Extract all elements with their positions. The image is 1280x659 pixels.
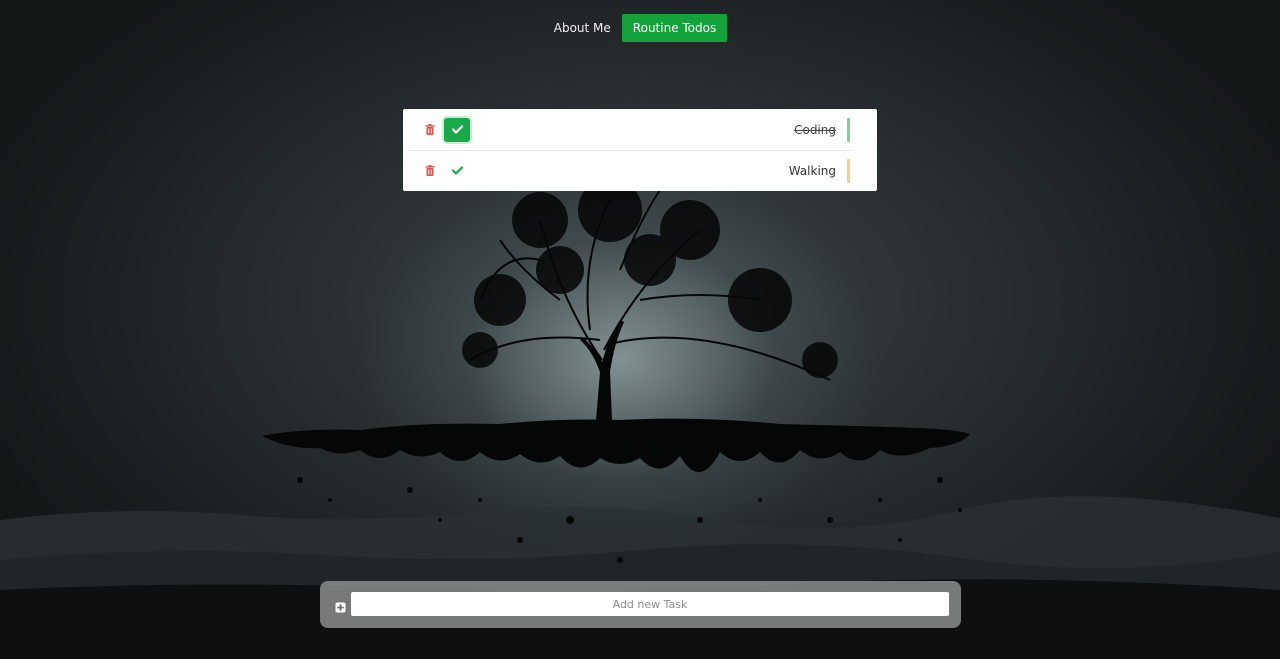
top-navigation: About Me Routine Todos xyxy=(0,0,1280,56)
task-label: Walking xyxy=(788,163,836,178)
trash-icon[interactable] xyxy=(424,164,436,178)
add-task-input[interactable] xyxy=(351,592,949,616)
add-task-panel xyxy=(320,581,961,628)
complete-toggle-button[interactable] xyxy=(444,159,470,183)
todo-list: Coding Walking xyxy=(403,109,877,191)
trash-icon[interactable] xyxy=(424,123,436,137)
check-icon xyxy=(451,125,463,134)
plus-square-icon[interactable] xyxy=(335,598,347,613)
todo-item: Coding xyxy=(403,109,877,150)
todo-item: Walking xyxy=(403,150,877,191)
priority-indicator xyxy=(847,117,850,142)
nav-about-me[interactable]: About Me xyxy=(553,13,612,43)
tree-illustration xyxy=(0,178,1280,659)
check-icon xyxy=(451,166,463,175)
nav-routine-todos[interactable]: Routine Todos xyxy=(621,14,728,42)
task-label: Coding xyxy=(794,122,836,137)
background-image xyxy=(0,0,1280,659)
complete-toggle-button[interactable] xyxy=(444,117,470,142)
priority-indicator xyxy=(847,158,850,183)
